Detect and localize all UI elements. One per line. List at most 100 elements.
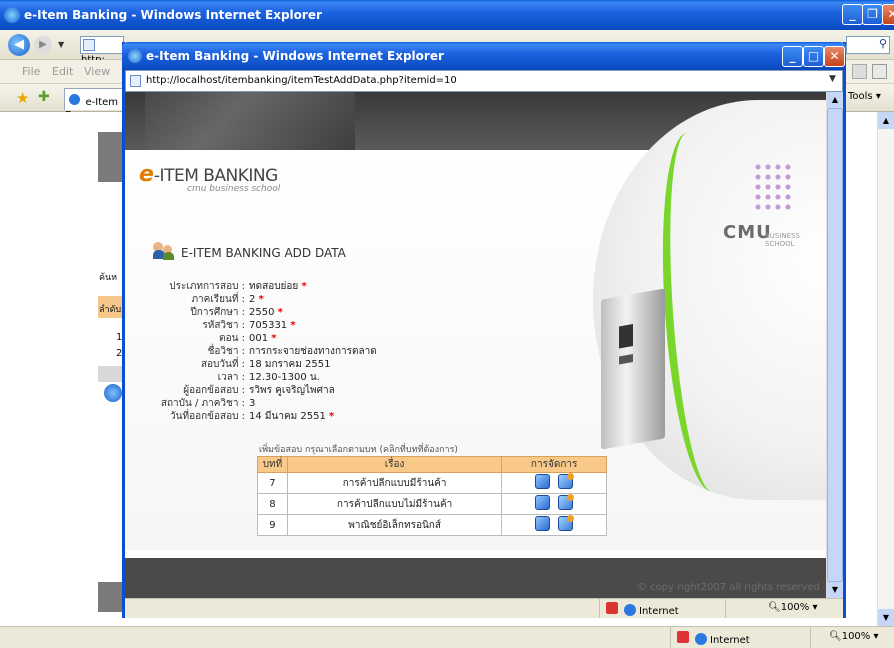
col-topic: เรื่อง	[286, 456, 503, 473]
form-value: 705331 *	[249, 320, 296, 331]
chapter-topic[interactable]: พาณิชย์อิเล็กทรอนิกส์	[286, 514, 503, 536]
keyboard-image	[145, 92, 355, 150]
chapter-topic[interactable]: การค้าปลีกแบบมีร้านค้า	[286, 472, 503, 494]
edit-icon[interactable]	[535, 516, 551, 531]
outer-scroll-up[interactable]: ▲	[878, 112, 894, 129]
popup-scroll-up[interactable]: ▲	[827, 92, 843, 108]
add-item-icon[interactable]	[558, 515, 575, 531]
form-value: 18 มกราคม 2551	[249, 359, 331, 370]
edit-icon[interactable]	[535, 495, 551, 510]
outer-scrollbar[interactable]: ▲ ▼	[877, 112, 894, 626]
popup-status-zone: Internet	[639, 606, 679, 617]
popup-status-zone-cell: Internet	[599, 599, 719, 618]
table-row[interactable]: 9 พาณิชย์อิเล็กทรอนิกส์	[257, 514, 607, 536]
outer-maximize-button[interactable]: ❐	[862, 4, 883, 25]
form-label: วันที่ออกข้อสอบ :	[170, 411, 245, 422]
form-row: วันที่ออกข้อสอบ : 14 มีนาคม 2551 *	[125, 410, 525, 424]
outer-side-back-icon[interactable]	[104, 384, 122, 402]
form-row: สถาบัน / ภาควิชา : 3	[125, 397, 525, 411]
add-item-icon[interactable]	[558, 494, 575, 510]
ie-icon	[4, 7, 20, 23]
exam-info-form: ประเภทการสอบ : ทดสอบย่อย * ภาคเรียนที่ : 2…	[125, 280, 545, 440]
globe-icon	[694, 633, 707, 645]
form-row: ผู้ออกข้อสอบ : รวิพร คูเจริญไพศาล	[125, 384, 525, 398]
popup-ie-icon	[128, 49, 142, 63]
eitem-logo: e-ITEM BANKING cmu business school	[139, 162, 280, 194]
popup-minimize-button[interactable]: _	[782, 46, 803, 67]
outer-scroll-down[interactable]: ▼	[878, 609, 894, 626]
outer-zoom-cell[interactable]: 🔍︎100% ▾	[810, 627, 894, 648]
popup-url[interactable]: http://localhost/itembanking/itemTestAdd…	[146, 75, 457, 86]
back-button[interactable]: ◀	[8, 34, 30, 56]
popup-scrollbar[interactable]: ▲ ▼	[826, 92, 843, 598]
popup-page-icon	[130, 75, 141, 87]
outer-tab[interactable]: e-Item B	[64, 88, 124, 121]
form-value: 2 *	[249, 294, 264, 305]
row-actions	[501, 493, 607, 515]
form-label: สอบวันที่ :	[200, 359, 245, 370]
menu-view[interactable]: View	[84, 65, 110, 78]
logo-main: -ITEM BANKING	[153, 166, 278, 186]
form-row: ภาคเรียนที่ : 2 *	[125, 293, 525, 307]
popup-zoom-cell[interactable]: 🔍︎100% ▾	[725, 599, 843, 618]
add-item-icon[interactable]	[558, 473, 575, 489]
form-label: ผู้ออกข้อสอบ :	[183, 385, 245, 396]
outer-address-bar[interactable]: http:	[80, 36, 124, 66]
outer-close-button[interactable]: ✕	[882, 4, 894, 25]
users-icon	[153, 242, 175, 260]
url-dropdown-icon[interactable]: ▼	[829, 74, 836, 84]
popup-addressbar[interactable]: http://localhost/itembanking/itemTestAdd…	[125, 70, 843, 92]
chapters-table: บทที่ เรื่อง การจัดการ 7 การค้าปลีกแบบมี…	[257, 456, 607, 536]
menu-file[interactable]: File	[22, 65, 40, 78]
form-label: สถาบัน / ภาควิชา :	[160, 398, 245, 409]
popup-maximize-button[interactable]: □	[803, 46, 824, 67]
popup-scroll-thumb[interactable]	[827, 108, 843, 582]
section-title: E-ITEM BANKING ADD DATA	[181, 246, 346, 260]
outer-status-zone: Internet	[710, 635, 750, 646]
logo-sub: cmu business school	[187, 184, 281, 194]
form-label: ชื่อวิชา :	[207, 346, 245, 357]
outer-search-box[interactable]: ⚲	[846, 36, 890, 54]
form-value: 3	[249, 398, 256, 409]
table-row[interactable]: 8 การค้าปลีกแบบไม่มีร้านค้า	[257, 493, 607, 515]
form-row: รหัสวิชา : 705331 *	[125, 319, 525, 333]
popup-blocked-icon	[606, 602, 618, 614]
outer-side-label-search: ค้นห	[99, 273, 118, 283]
add-favorites-icon[interactable]: ✚	[38, 89, 50, 105]
popup-content: CMU BUSINESS SCHOOL e-ITEM BANKING cmu b…	[125, 92, 826, 598]
form-value: การกระจายช่องทางการตลาด	[249, 346, 377, 357]
popup-scroll-down[interactable]: ▼	[827, 582, 843, 598]
form-value: รวิพร คูเจริญไพศาล	[249, 385, 335, 396]
chapter-topic[interactable]: การค้าปลีกแบบไม่มีร้านค้า	[286, 493, 503, 515]
popup-zoom-label[interactable]: 🔍︎100% ▾	[768, 602, 818, 613]
popup-close-button[interactable]: ✕	[824, 46, 845, 67]
print-icon[interactable]	[872, 64, 887, 79]
form-label: ปีการศึกษา :	[190, 307, 245, 318]
popup-globe-icon	[623, 604, 636, 616]
forward-button[interactable]: ▶	[34, 36, 52, 54]
col-manage: การจัดการ	[501, 456, 607, 473]
outer-minimize-button[interactable]: _	[842, 4, 863, 25]
form-row: ประเภทการสอบ : ทดสอบย่อย *	[125, 280, 525, 294]
col-chapter: บทที่	[257, 456, 288, 473]
form-row: ตอน : 001 *	[125, 332, 525, 346]
menu-edit[interactable]: Edit	[52, 65, 73, 78]
form-row: ปีการศึกษา : 2550 *	[125, 306, 525, 320]
form-label: ตอน :	[219, 333, 245, 344]
form-row: ชื่อวิชา : การกระจายช่องทางการตลาด	[125, 345, 525, 359]
outer-status-zone-cell: Internet	[670, 627, 800, 648]
rss-feed-icon[interactable]	[852, 64, 867, 79]
cmu-logo-sub: BUSINESS SCHOOL	[765, 232, 800, 248]
edit-icon[interactable]	[535, 474, 551, 489]
chapter-number: 7	[257, 472, 288, 494]
table-caption: เพิ่มข้อสอบ กรุณาเลือกตามบท (คลิกที่บทที…	[259, 445, 458, 455]
outer-zoom-label[interactable]: 🔍︎100% ▾	[829, 631, 879, 642]
history-dropdown-icon[interactable]: ▼	[58, 40, 64, 49]
form-value: 12.30-1300 น.	[249, 372, 320, 383]
row-actions	[501, 472, 607, 494]
tools-menu[interactable]: Tools ▾	[848, 91, 881, 102]
form-value: 2550 *	[249, 307, 283, 318]
table-row[interactable]: 7 การค้าปลีกแบบมีร้านค้า	[257, 472, 607, 494]
favorites-star-icon[interactable]: ★	[16, 89, 29, 107]
search-icon[interactable]: ⚲	[879, 37, 887, 50]
